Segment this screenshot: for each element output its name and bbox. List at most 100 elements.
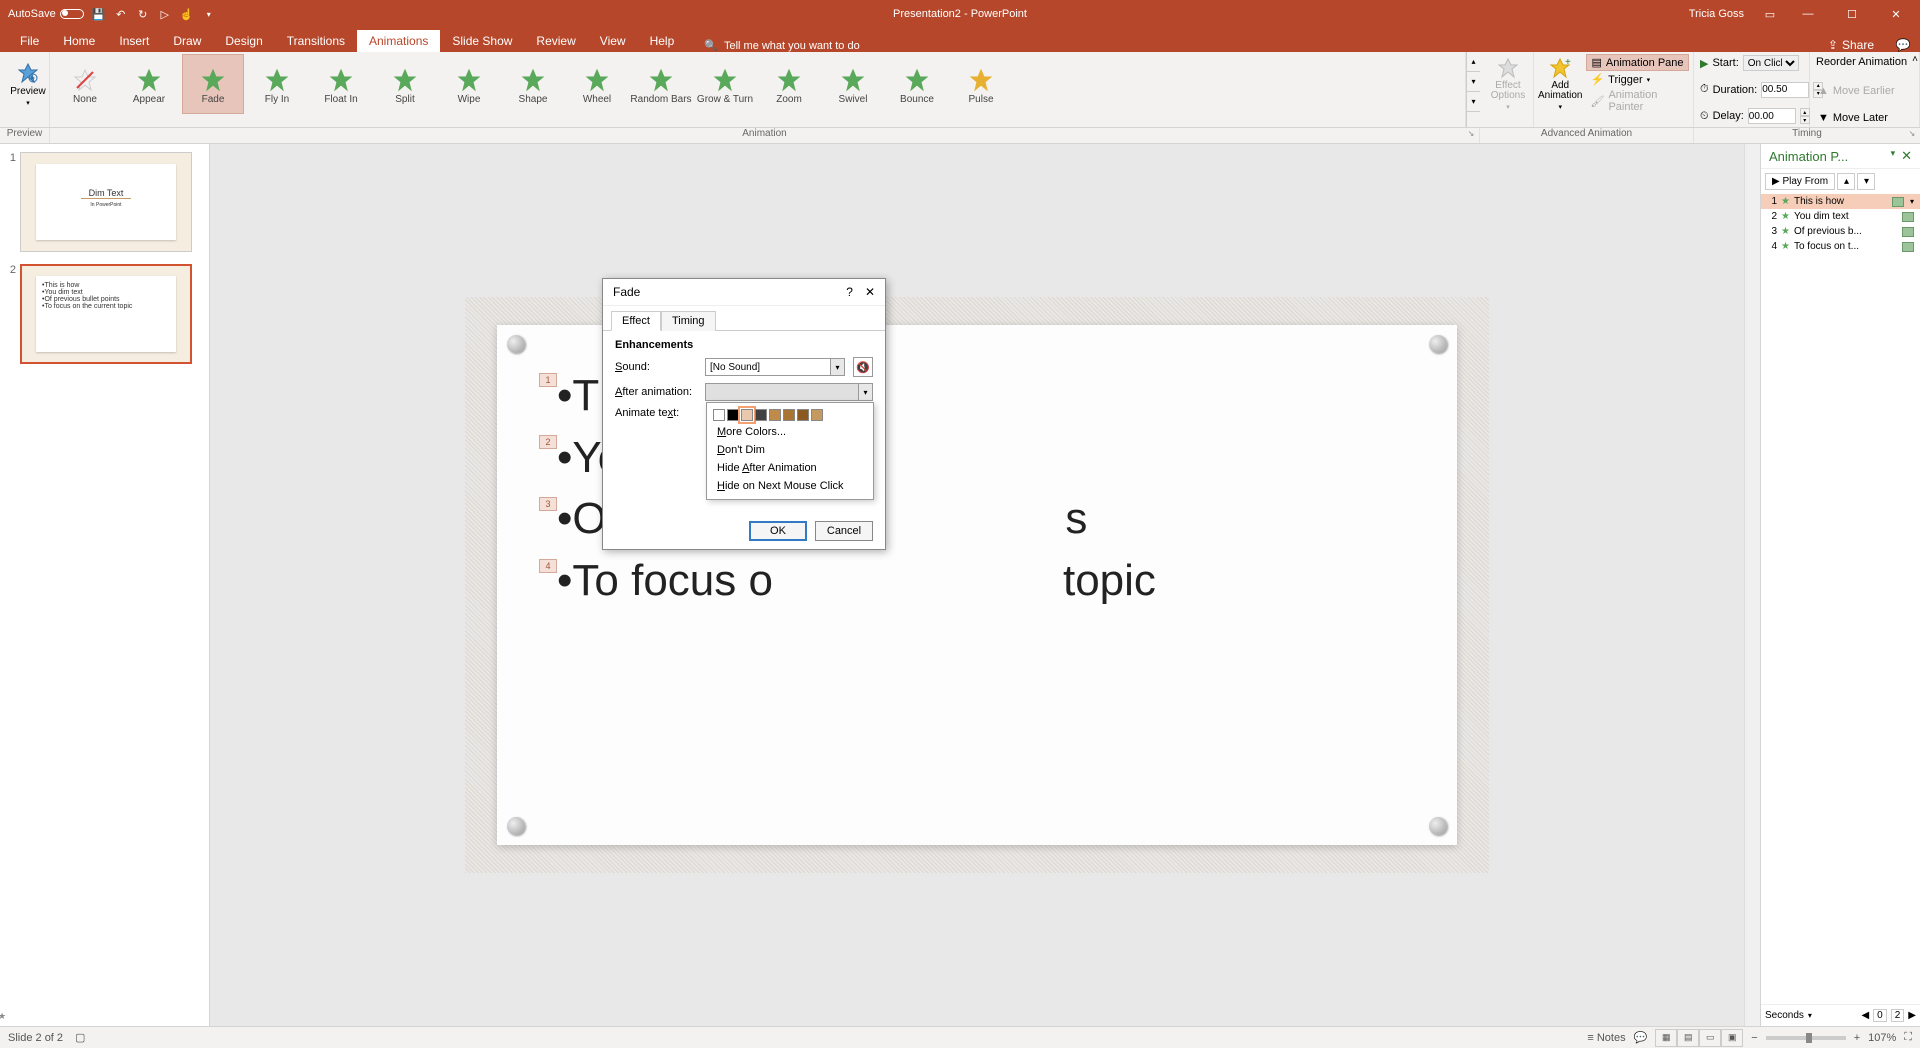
tell-me-search[interactable]: 🔍 Tell me what you want to do: [704, 39, 859, 52]
animation-shape[interactable]: Shape: [502, 54, 564, 114]
preview-button[interactable]: Preview ▾: [4, 54, 52, 114]
animation-grow-turn[interactable]: Grow & Turn: [694, 54, 756, 114]
timing-dialog-launcher[interactable]: ↘: [1906, 129, 1918, 141]
ok-button[interactable]: OK: [749, 521, 807, 541]
effect-options-button[interactable]: Effect Options ▾: [1484, 54, 1532, 114]
color-swatch[interactable]: [741, 409, 753, 421]
anim-list-item-4[interactable]: 4★To focus on t...: [1761, 239, 1920, 254]
tab-slideshow[interactable]: Slide Show: [440, 30, 524, 52]
animation-zoom[interactable]: Zoom: [758, 54, 820, 114]
move-earlier-button[interactable]: ▲ Move Earlier: [1814, 84, 1915, 98]
zoom-slider[interactable]: [1766, 1036, 1846, 1040]
tab-help[interactable]: Help: [638, 30, 687, 52]
gallery-up[interactable]: ▴: [1467, 52, 1480, 72]
zoom-out-button[interactable]: −: [1751, 1032, 1757, 1044]
dialog-tab-effect[interactable]: Effect: [611, 311, 661, 331]
start-select[interactable]: On Click: [1743, 55, 1799, 71]
tab-draw[interactable]: Draw: [161, 30, 213, 52]
tab-design[interactable]: Design: [213, 30, 274, 52]
ribbon-display-icon[interactable]: ▭: [1756, 8, 1784, 21]
chevron-down-icon[interactable]: ▾: [1808, 1011, 1812, 1020]
anim-tag-1[interactable]: 1: [539, 373, 557, 387]
sound-combo[interactable]: [No Sound] ▾: [705, 358, 845, 376]
vertical-scrollbar[interactable]: [1744, 144, 1760, 1026]
thumbnail-slide-1[interactable]: Dim Text In PowerPoint: [20, 152, 192, 252]
anim-tag-3[interactable]: 3: [539, 497, 557, 511]
animation-swivel[interactable]: Swivel: [822, 54, 884, 114]
touch-mode-icon[interactable]: ☝: [180, 7, 194, 21]
autosave-toggle[interactable]: AutoSave: [8, 8, 84, 20]
sound-volume-button[interactable]: 🔇: [853, 357, 873, 377]
redo-icon[interactable]: ↻: [136, 7, 150, 21]
reading-view-button[interactable]: ▭: [1699, 1029, 1721, 1047]
hide-after-item[interactable]: Hide After Animation: [711, 459, 869, 477]
animation-wipe[interactable]: Wipe: [438, 54, 500, 114]
collapse-ribbon-icon[interactable]: ˄: [1912, 54, 1918, 65]
spin-up[interactable]: ▴: [1800, 108, 1810, 116]
color-swatch[interactable]: [811, 409, 823, 421]
tab-review[interactable]: Review: [524, 30, 587, 52]
notes-button[interactable]: ≡ Notes: [1587, 1032, 1625, 1044]
tab-animations[interactable]: Animations: [357, 30, 440, 52]
animation-random-bars[interactable]: Random Bars: [630, 54, 692, 114]
sorter-view-button[interactable]: ▤: [1677, 1029, 1699, 1047]
fit-window-button[interactable]: ⛶: [1904, 1031, 1912, 1044]
cancel-button[interactable]: Cancel: [815, 521, 873, 541]
gallery-more[interactable]: ▾: [1467, 92, 1480, 112]
tab-file[interactable]: File: [8, 30, 51, 52]
more-colors-item[interactable]: More Colors...: [711, 423, 869, 441]
normal-view-button[interactable]: ▦: [1655, 1029, 1677, 1047]
animation-pane-button[interactable]: ▤ Animation Pane: [1586, 54, 1689, 71]
pane-dropdown-icon[interactable]: ▾: [1891, 148, 1896, 164]
move-later-button[interactable]: ▼ Move Later: [1814, 111, 1915, 125]
color-swatch[interactable]: [713, 409, 725, 421]
timeline-next[interactable]: ▶: [1908, 1010, 1916, 1021]
dialog-tab-timing[interactable]: Timing: [661, 311, 716, 331]
accessibility-icon[interactable]: ▢: [75, 1031, 85, 1044]
animation-dialog-launcher[interactable]: ↘: [1465, 129, 1477, 141]
animation-painter-button[interactable]: 🖌 Animation Painter: [1586, 88, 1689, 114]
animation-fade[interactable]: Fade: [182, 54, 244, 114]
add-animation-button[interactable]: + Add Animation ▾: [1538, 54, 1582, 114]
dialog-close-button[interactable]: ✕: [865, 285, 875, 299]
anim-tag-4[interactable]: 4: [539, 559, 557, 573]
play-from-button[interactable]: ▶ Play From: [1765, 173, 1835, 190]
close-button[interactable]: ✕: [1876, 0, 1916, 28]
spin-down[interactable]: ▾: [1800, 116, 1810, 124]
animation-wheel[interactable]: Wheel: [566, 54, 628, 114]
animation-bounce[interactable]: Bounce: [886, 54, 948, 114]
dialog-help-button[interactable]: ?: [846, 285, 853, 299]
animation-fly-in[interactable]: Fly In: [246, 54, 308, 114]
tab-transitions[interactable]: Transitions: [275, 30, 357, 52]
tab-home[interactable]: Home: [51, 30, 107, 52]
hide-on-next-click-item[interactable]: Hide on Next Mouse Click: [711, 477, 869, 495]
comments-icon[interactable]: 💬: [1886, 38, 1920, 52]
move-down-button[interactable]: ▾: [1857, 173, 1875, 190]
dont-dim-item[interactable]: Don't Dim: [711, 441, 869, 459]
anim-list-item-1[interactable]: 1★This is how▾: [1761, 194, 1920, 209]
color-swatch[interactable]: [727, 409, 739, 421]
qat-customize-icon[interactable]: ▾: [202, 7, 216, 21]
minimize-button[interactable]: —: [1788, 0, 1828, 28]
animation-appear[interactable]: Appear: [118, 54, 180, 114]
slideshow-view-button[interactable]: ▣: [1721, 1029, 1743, 1047]
move-up-button[interactable]: ▴: [1837, 173, 1855, 190]
color-swatch[interactable]: [783, 409, 795, 421]
maximize-button[interactable]: ☐: [1832, 0, 1872, 28]
trigger-button[interactable]: ⚡ Trigger ▾: [1586, 72, 1689, 87]
duration-input[interactable]: [1761, 82, 1809, 98]
animation-split[interactable]: Split: [374, 54, 436, 114]
timeline-prev[interactable]: ◀: [1861, 1010, 1869, 1021]
gallery-down[interactable]: ▾: [1467, 72, 1480, 92]
animation-none[interactable]: None: [54, 54, 116, 114]
close-pane-icon[interactable]: ✕: [1901, 148, 1912, 164]
dialog-titlebar[interactable]: Fade ? ✕: [603, 279, 885, 306]
anim-list-item-3[interactable]: 3★Of previous b...: [1761, 224, 1920, 239]
color-swatch[interactable]: [769, 409, 781, 421]
tab-insert[interactable]: Insert: [107, 30, 161, 52]
start-from-beginning-icon[interactable]: ▷: [158, 7, 172, 21]
user-name[interactable]: Tricia Goss: [1689, 8, 1744, 20]
zoom-level[interactable]: 107%: [1868, 1032, 1896, 1044]
zoom-in-button[interactable]: +: [1854, 1032, 1860, 1044]
after-animation-combo[interactable]: ▾ More Colors... Don't Dim Hide After An…: [705, 383, 873, 401]
